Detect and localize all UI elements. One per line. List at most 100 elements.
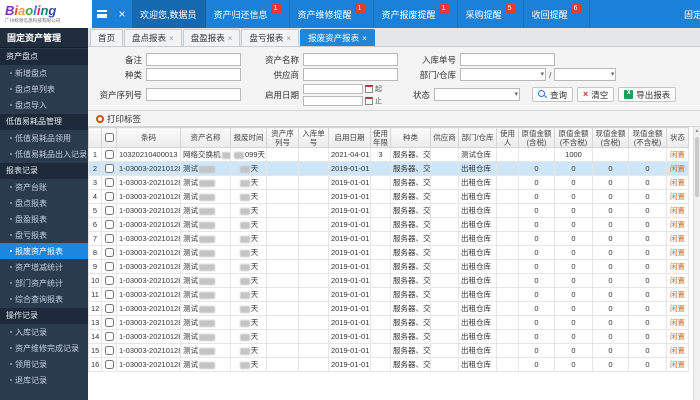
row-checkbox[interactable] — [104, 248, 114, 258]
search-button[interactable]: 查询 — [532, 87, 574, 102]
col-years[interactable]: 使用年限 — [370, 127, 391, 148]
row-checkbox[interactable] — [104, 164, 114, 174]
sidebar-item[interactable]: 领用记录 — [0, 356, 88, 372]
table-row[interactable]: 7 1-03003-20210128-测试 天 2019-01-01 服务器、交换机 出租… — [88, 231, 689, 246]
content-tab[interactable]: 报废资产报表 × — [300, 29, 375, 46]
col-scrap[interactable]: 报废时间 — [230, 127, 267, 148]
table-row[interactable]: 10 1-03003-20210128-测试 天 2019-01-01 服务器、交换机 出… — [88, 273, 689, 288]
row-checkbox[interactable] — [104, 276, 114, 286]
col-order[interactable]: 入库单号 — [298, 127, 329, 148]
topbar-partial-text[interactable]: 固定 — [684, 0, 700, 28]
sidebar-item[interactable]: 报废资产报表 — [0, 243, 88, 259]
col-supplier[interactable]: 供应商 — [430, 127, 459, 148]
table-row[interactable]: 1 10320210400013 网络交换机 099天 2021-04-01 3 服务器、交… — [88, 147, 689, 162]
col-user[interactable]: 使用人 — [496, 127, 519, 148]
sidebar-item[interactable]: 低值易耗品出入记录 — [0, 146, 88, 162]
col-amt2[interactable]: 原值金额(不含税) — [554, 127, 593, 148]
col-category[interactable]: 种类 — [390, 127, 431, 148]
logo[interactable]: Biaoling 广州标领信息科技有限公司 — [0, 0, 92, 28]
supplier-input[interactable] — [303, 68, 398, 81]
table-row[interactable]: 8 1-03003-20210128-测试 天 2019-01-01 服务器、交换机 出租… — [88, 245, 689, 260]
row-checkbox[interactable] — [104, 234, 114, 244]
scrollbar-thumb[interactable] — [695, 137, 699, 197]
close-tab-icon[interactable]: × — [362, 34, 367, 43]
row-checkbox[interactable] — [104, 150, 114, 160]
sidebar-group-header[interactable]: 资产盘点 — [0, 49, 88, 65]
sidebar-group-header[interactable]: 操作记录 — [0, 308, 88, 324]
topbar-tab[interactable]: 欢迎您,数据员 — [132, 0, 206, 28]
sidebar-item[interactable]: 盘盈报表 — [0, 211, 88, 227]
clear-button[interactable]: × 清空 — [577, 87, 615, 102]
content-tab[interactable]: 盘亏报表 × — [241, 29, 300, 46]
row-checkbox[interactable] — [104, 178, 114, 188]
table-row[interactable]: 11 1-03003-20210128-测试 天 2019-01-01 服务器、交换机 出… — [88, 287, 689, 302]
date-from-input[interactable] — [303, 83, 363, 94]
close-icon[interactable]: × — [112, 0, 132, 28]
row-checkbox[interactable] — [104, 318, 114, 328]
row-checkbox[interactable] — [104, 262, 114, 272]
status-select[interactable]: ▾ — [434, 88, 520, 101]
category-input[interactable] — [146, 68, 241, 81]
asset-name-input[interactable] — [303, 53, 398, 66]
sidebar-group-header[interactable]: 报表记录 — [0, 163, 88, 179]
topbar-tab[interactable]: 收回提醒 6 — [524, 0, 590, 28]
sidebar-item[interactable]: 部门资产统计 — [0, 275, 88, 291]
table-row[interactable]: 4 1-03003-20210128-测试 天 2019-01-01 服务器、交换机 出租… — [88, 189, 689, 204]
sidebar-item[interactable]: 新增盘点 — [0, 65, 88, 81]
sidebar-item[interactable]: 资产台账 — [0, 179, 88, 195]
calendar-icon[interactable] — [365, 96, 373, 105]
topbar-tab[interactable]: 资产报废提醒 1 — [374, 0, 458, 28]
col-amt3[interactable]: 现值金额(含税) — [592, 127, 629, 148]
table-row[interactable]: 15 1-03003-20210128-测试 天 2019-01-01 服务器、交换机 出… — [88, 343, 689, 358]
sidebar-item[interactable]: 盘点单列表 — [0, 81, 88, 97]
calendar-icon[interactable] — [365, 84, 373, 93]
sidebar-item[interactable]: 综合查询报表 — [0, 291, 88, 307]
close-tab-icon[interactable]: × — [169, 34, 174, 43]
table-row[interactable]: 9 1-03003-20210128-测试 天 2019-01-01 服务器、交换机 出租… — [88, 259, 689, 274]
col-date[interactable]: 启用日期 — [328, 127, 371, 148]
inbound-no-input[interactable] — [460, 53, 555, 66]
col-amt1[interactable]: 原值金额(含税) — [518, 127, 555, 148]
sidebar-item[interactable]: 资产维修完成记录 — [0, 340, 88, 356]
sidebar-item[interactable]: 盘点导入 — [0, 97, 88, 113]
sidebar-item[interactable]: 盘亏报表 — [0, 227, 88, 243]
dept-select[interactable]: ▾ — [460, 68, 546, 81]
topbar-tab[interactable]: 资产维修提醒 1 — [290, 0, 374, 28]
menu-toggle-icon[interactable] — [92, 0, 112, 28]
select-all-checkbox[interactable] — [104, 133, 114, 143]
vertical-scrollbar[interactable]: ▲ — [693, 127, 700, 400]
col-barcode[interactable]: 条码 — [116, 127, 181, 148]
sidebar-group-header[interactable]: 低值易耗品管理 — [0, 114, 88, 130]
table-row[interactable]: 13 1-03003-20210128-测试 天 2019-01-01 服务器、交换机 出… — [88, 315, 689, 330]
row-checkbox[interactable] — [104, 290, 114, 300]
row-checkbox[interactable] — [104, 332, 114, 342]
scroll-up-icon[interactable]: ▲ — [694, 127, 700, 135]
table-row[interactable]: 12 1-03003-20210128-测试 天 2019-01-01 服务器、交换机 出… — [88, 301, 689, 316]
topbar-tab[interactable]: 资产归还信息 1 — [206, 0, 290, 28]
table-row[interactable]: 6 1-03003-20210128-测试 天 2019-01-01 服务器、交换机 出租… — [88, 217, 689, 232]
content-tab[interactable]: 首页 — [90, 29, 124, 46]
col-check[interactable] — [101, 127, 117, 148]
close-tab-icon[interactable]: × — [286, 34, 291, 43]
col-serial[interactable]: 资产序列号 — [266, 127, 299, 148]
serial-input[interactable] — [146, 88, 241, 101]
sidebar-item[interactable]: 低值易耗品领用 — [0, 130, 88, 146]
row-checkbox[interactable] — [104, 304, 114, 314]
table-row[interactable]: 2 1-03003-20210128-测试 天 2019-01-01 服务器、交换机 出租… — [88, 161, 689, 176]
row-checkbox[interactable] — [104, 220, 114, 230]
row-checkbox[interactable] — [104, 360, 114, 370]
col-amt4[interactable]: 现值金额(不含税) — [628, 127, 667, 148]
table-row[interactable]: 16 1-03003-20210128-测试 天 2019-01-01 服务器、交换机 出… — [88, 357, 689, 372]
row-checkbox[interactable] — [104, 346, 114, 356]
note-input[interactable] — [146, 53, 241, 66]
col-status[interactable]: 状态 — [666, 127, 689, 148]
sidebar-item[interactable]: 退库记录 — [0, 372, 88, 388]
date-to-input[interactable] — [303, 95, 363, 106]
close-tab-icon[interactable]: × — [228, 34, 233, 43]
table-row[interactable]: 14 1-03003-20210128-测试 天 2019-01-01 服务器、交换机 出… — [88, 329, 689, 344]
sidebar-item[interactable]: 盘点报表 — [0, 195, 88, 211]
table-row[interactable]: 5 1-03003-20210128-测试 天 2019-01-01 服务器、交换机 出租… — [88, 203, 689, 218]
sidebar-item[interactable]: 资产增减统计 — [0, 259, 88, 275]
col-dept[interactable]: 部门/仓库 — [458, 127, 497, 148]
topbar-tab[interactable]: 采购提醒 5 — [458, 0, 524, 28]
